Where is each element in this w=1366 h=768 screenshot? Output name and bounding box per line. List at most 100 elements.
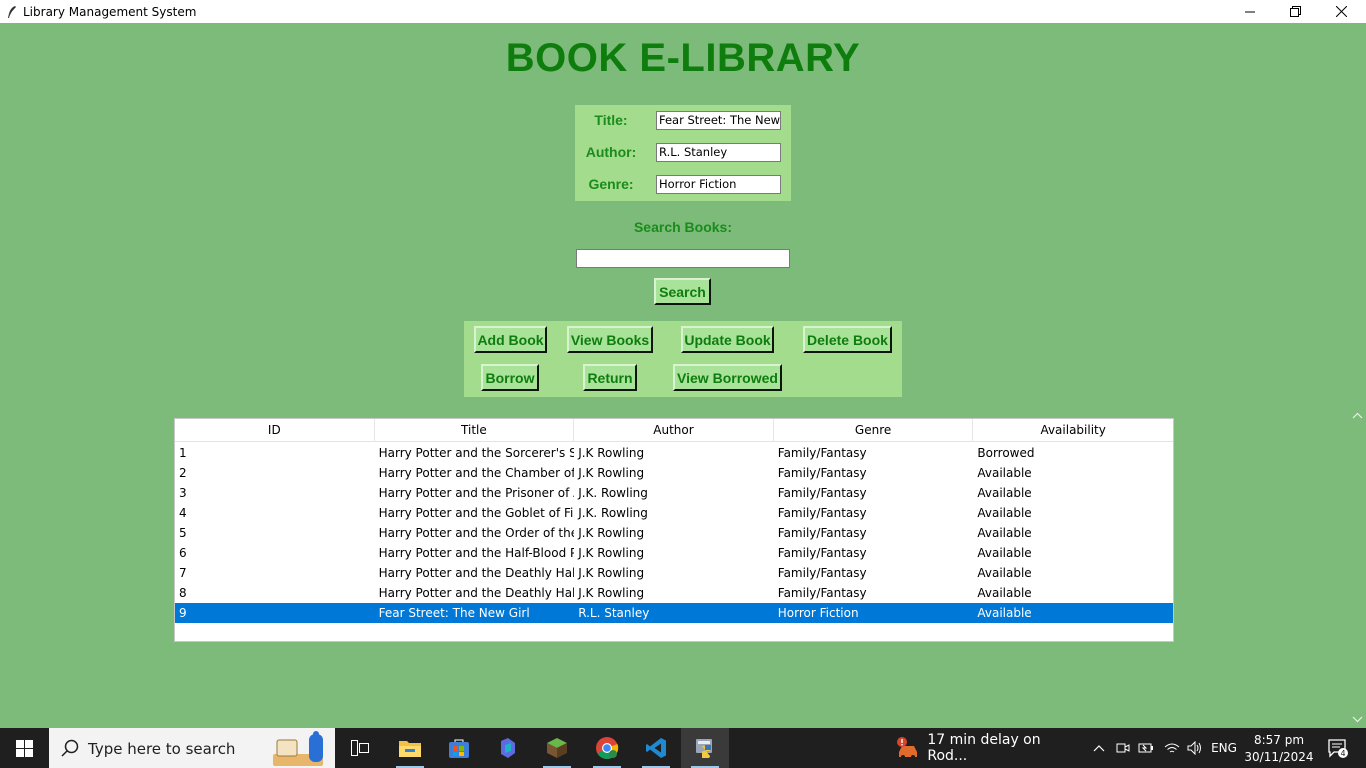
cell-availability: Available	[977, 526, 1032, 540]
view-books-button[interactable]: View Books	[567, 326, 653, 353]
minimize-button[interactable]	[1227, 0, 1273, 23]
minecraft-button[interactable]	[533, 728, 581, 768]
table-row[interactable]: 3 Harry Potter and the Prisoner of AzkaJ.…	[175, 483, 1173, 503]
cell-id: 1	[179, 446, 187, 460]
notification-count: 4	[1340, 749, 1345, 758]
author-label: Author:	[585, 144, 637, 160]
task-view-button[interactable]	[336, 728, 384, 768]
genre-row: Genre: Horror Fiction	[575, 174, 791, 196]
cell-title: Harry Potter and the Prisoner of Azka	[378, 486, 575, 500]
table-header: ID Title Author Genre Availability	[175, 419, 1173, 442]
update-book-button[interactable]: Update Book	[681, 326, 774, 353]
title-input[interactable]: Fear Street: The New Gi	[656, 111, 781, 130]
search-button[interactable]: Search	[654, 278, 711, 305]
cell-id: 3	[179, 486, 187, 500]
cell-title: Harry Potter and the Deathly Hallows	[378, 566, 575, 580]
microsoft-store-button[interactable]	[435, 728, 483, 768]
taskbar-search-placeholder: Type here to search	[88, 740, 236, 758]
battery-icon	[1138, 743, 1153, 753]
table-row[interactable]: 4 Harry Potter and the Goblet of Fire J.K.…	[175, 503, 1173, 523]
genre-input[interactable]: Horror Fiction	[656, 175, 781, 194]
author-row: Author: R.L. Stanley	[575, 142, 791, 164]
chrome-button[interactable]	[583, 728, 631, 768]
cell-genre: Family/Fantasy	[777, 586, 867, 600]
add-book-button[interactable]: Add Book	[474, 326, 547, 353]
table-row[interactable]: 5 Harry Potter and the Order of the PhJ.K…	[175, 523, 1173, 543]
column-header-title[interactable]: Title	[375, 419, 575, 442]
start-button[interactable]	[0, 728, 48, 768]
notification-center-button[interactable]: 4	[1318, 728, 1358, 768]
cell-author: J.K Rowling	[578, 586, 645, 600]
python-button[interactable]	[681, 728, 729, 768]
cell-availability: Available	[977, 606, 1032, 620]
vertical-scrollbar[interactable]	[1349, 408, 1366, 728]
search-label: Search Books:	[633, 219, 733, 235]
title-row: Title: Fear Street: The New Gi	[575, 110, 791, 132]
clock[interactable]: 8:57 pm 30/11/2024	[1244, 728, 1314, 768]
cell-genre: Family/Fantasy	[777, 526, 867, 540]
vscode-button[interactable]	[632, 728, 680, 768]
column-header-id[interactable]: ID	[175, 419, 375, 442]
cell-id: 7	[179, 566, 187, 580]
cell-author: J.K. Rowling	[578, 506, 648, 520]
cell-author: J.K Rowling	[578, 566, 645, 580]
vscode-icon	[646, 738, 666, 758]
chevron-up-icon	[1093, 745, 1105, 752]
cell-author: J.K. Rowling	[578, 486, 648, 500]
cell-id: 4	[179, 506, 187, 520]
file-explorer-icon	[399, 741, 421, 757]
copilot-button[interactable]	[484, 728, 532, 768]
cell-genre: Family/Fantasy	[777, 566, 867, 580]
start-icon	[15, 739, 33, 757]
restore-button[interactable]	[1272, 0, 1318, 23]
language-text: ENG	[1211, 741, 1237, 755]
feather-icon	[4, 4, 20, 20]
clock-time: 8:57 pm	[1253, 732, 1305, 747]
close-icon	[1335, 6, 1347, 17]
language-indicator[interactable]: ENG	[1208, 728, 1240, 768]
cell-title: Fear Street: The New Girl	[378, 606, 530, 620]
view-borrowed-button[interactable]: View Borrowed	[673, 364, 782, 391]
cell-id: 5	[179, 526, 187, 540]
file-explorer-button[interactable]	[386, 728, 434, 768]
cell-availability: Available	[977, 486, 1032, 500]
table-row[interactable]: 2 Harry Potter and the Chamber of SecJ.K …	[175, 463, 1173, 483]
search-icon	[61, 739, 79, 757]
column-header-availability[interactable]: Availability	[973, 419, 1173, 442]
show-hidden-icons-button[interactable]	[1088, 728, 1110, 768]
microsoft-store-icon	[449, 739, 469, 758]
cell-title: Harry Potter and the Deathly Hallows	[378, 586, 575, 600]
volume-tray[interactable]	[1184, 728, 1206, 768]
delete-book-button[interactable]: Delete Book	[803, 326, 892, 353]
battery-tray[interactable]	[1136, 728, 1156, 768]
column-header-genre[interactable]: Genre	[774, 419, 974, 442]
column-header-author[interactable]: Author	[574, 419, 774, 442]
scroll-arrows-icon	[1352, 412, 1363, 723]
cell-genre: Family/Fantasy	[777, 506, 867, 520]
python-icon	[696, 739, 712, 758]
close-button[interactable]	[1318, 0, 1364, 23]
table-row[interactable]: 8 Harry Potter and the Deathly HallowsJ.K…	[175, 583, 1173, 603]
table-row[interactable]: 7 Harry Potter and the Deathly HallowsJ.K…	[175, 563, 1173, 583]
cell-id: 9	[179, 606, 187, 620]
cell-availability: Available	[977, 586, 1032, 600]
taskbar-search[interactable]: Type here to search	[49, 728, 335, 768]
table-row[interactable]: 1 Harry Potter and the Sorcerer's StoneJ.…	[175, 443, 1173, 463]
cell-availability: Borrowed	[977, 446, 1035, 460]
books-table[interactable]: ID Title Author Genre Availability 1 Harr…	[174, 418, 1174, 642]
author-input[interactable]: R.L. Stanley	[656, 143, 781, 162]
table-row[interactable]: 6 Harry Potter and the Half-Blood Prin J.K…	[175, 543, 1173, 563]
title-label: Title:	[594, 112, 628, 128]
camera-tray[interactable]	[1113, 728, 1133, 768]
return-button[interactable]: Return	[583, 364, 637, 391]
table-row[interactable]: 9 Fear Street: The New Girl R.L. Stanley Ho…	[175, 603, 1173, 623]
wifi-tray[interactable]	[1161, 728, 1183, 768]
traffic-notification[interactable]: 17 min delay on Rod...	[895, 728, 1075, 768]
camera-icon	[1116, 743, 1130, 753]
borrow-button[interactable]: Borrow	[481, 364, 539, 391]
cell-availability: Available	[977, 506, 1032, 520]
search-input[interactable]	[576, 249, 790, 268]
cell-availability: Available	[977, 566, 1032, 580]
genre-label: Genre:	[588, 176, 634, 192]
page-title: BOOK E-LIBRARY	[505, 36, 861, 80]
